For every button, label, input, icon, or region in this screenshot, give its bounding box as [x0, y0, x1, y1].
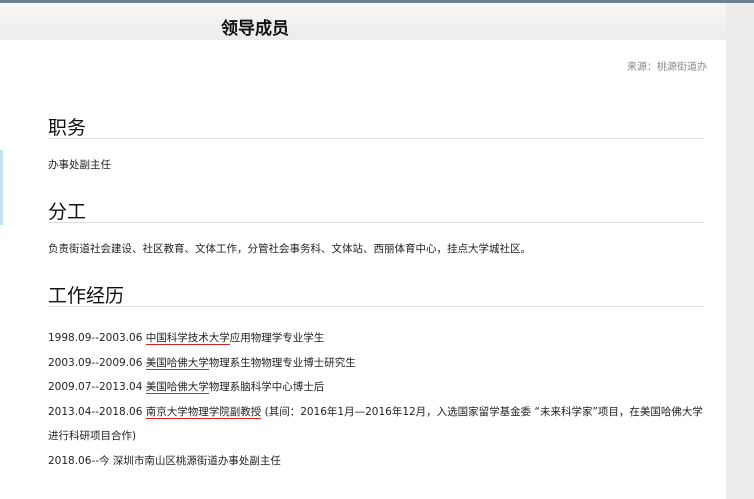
history-org: 美国哈佛大学 [145, 356, 209, 370]
history-item: 2013.04--2018.06 南京大学物理学院副教授 (其间：2016年1月… [48, 400, 708, 449]
history-detail: 深圳市南山区桃源街道办事处副主任 [112, 454, 281, 467]
history-org: 南京大学物理学院副教授 [145, 405, 262, 419]
history-org: 美国哈佛大学 [145, 381, 209, 394]
work-history-list: 1998.09--2003.06 中国科学技术大学应用物理学专业学生 2003.… [48, 326, 708, 473]
history-date: 1998.09--2003.06 [48, 332, 146, 344]
division-text: 负责街道社会建设、社区教育、文体工作，分管社会事务科、文体站、西丽体育中心，挂点… [48, 243, 531, 255]
scrollbar-track[interactable] [726, 3, 754, 499]
history-detail: 物理系生物物理专业博士研究生 [208, 356, 356, 369]
history-date: 2018.06--今 [48, 454, 113, 467]
page-title: 领导成员 [221, 19, 289, 39]
divider [48, 306, 703, 307]
history-item: 2009.07--2013.04 美国哈佛大学物理系脑科学中心博士后 [48, 375, 708, 400]
history-date: 2009.07--2013.04 [48, 381, 146, 393]
page-header: 领导成员 [0, 3, 726, 40]
division-heading: 分工 [48, 201, 87, 223]
duty-heading: 职务 [48, 117, 87, 139]
history-item: 1998.09--2003.06 中国科学技术大学应用物理学专业学生 [48, 326, 708, 351]
history-org: 中国科学技术大学 [145, 332, 230, 345]
duty-text: 办事处副主任 [48, 159, 111, 171]
source-label: 来源：桃源街道办 [627, 62, 707, 73]
divider [48, 222, 703, 223]
history-item: 2018.06--今 深圳市南山区桃源街道办事处副主任 [48, 449, 708, 474]
side-accent [0, 150, 3, 225]
history-heading: 工作经历 [48, 285, 125, 307]
history-date: 2003.09--2009.06 [48, 356, 146, 369]
history-date: 2013.04--2018.06 [48, 405, 146, 418]
history-detail: 应用物理学专业学生 [229, 332, 325, 344]
divider [48, 138, 703, 139]
history-item: 2003.09--2009.06 美国哈佛大学物理系生物物理专业博士研究生 [48, 351, 708, 376]
history-detail: 物理系脑科学中心博士后 [208, 381, 325, 393]
